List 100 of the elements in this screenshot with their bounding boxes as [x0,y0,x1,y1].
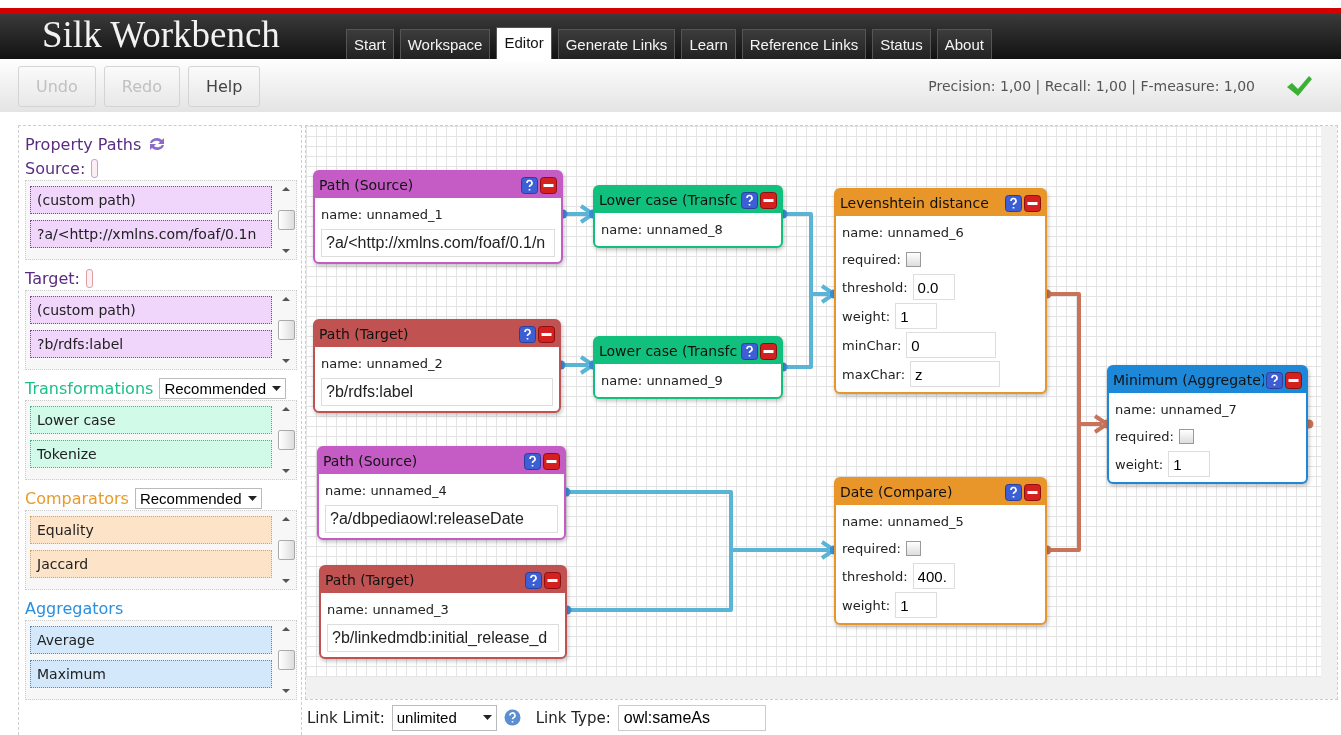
input-field[interactable]: 0.0 [912,274,955,300]
horizontal-scrollbar[interactable] [306,677,1337,699]
input-field[interactable]: 1 [1168,451,1211,477]
nav-tab[interactable]: Status [872,28,931,59]
input-field[interactable]: 1 [895,303,938,329]
help-icon[interactable] [1266,371,1283,389]
scroll-up-icon[interactable] [282,517,290,521]
operator-node[interactable]: Lower case (Transfc name: unnamed_9 [593,336,783,399]
palette-item[interactable]: ?a/<http://xmlns.com/foaf/0.1n [30,220,272,248]
scroll-thumb[interactable] [277,210,295,230]
toolbar-button[interactable]: Help [188,65,261,107]
nav-tab[interactable]: Reference Links [741,28,867,59]
field-label: weight: [842,308,891,324]
operator-node[interactable]: Levenshtein distance name: unnamed_6 required: threshold: 0.0 weight: 1 minChar: 0 maxChar: z [834,188,1047,394]
nav-tab[interactable]: Workspace [399,28,491,59]
help-icon[interactable] [741,342,758,360]
palette-item[interactable]: Lower case [30,406,272,434]
remove-icon[interactable] [1285,371,1302,389]
scroll-up-icon[interactable] [282,297,290,301]
scroll-thumb[interactable] [277,430,295,450]
filter-select[interactable]: Recommended [159,377,287,399]
scroll-down-icon[interactable] [282,249,290,253]
checkbox[interactable] [905,540,921,556]
remove-icon[interactable] [1024,483,1041,501]
scroll-down-icon[interactable] [282,689,290,693]
link-limit-select[interactable]: unlimited [391,704,497,731]
node-name: name: unnamed_2 [321,355,443,371]
operator-node[interactable]: Lower case (Transfc name: unnamed_8 [593,185,783,248]
input-field[interactable]: z [910,361,1001,387]
scroll-up-icon[interactable] [282,407,290,411]
remove-icon[interactable] [1024,194,1041,212]
path-field[interactable]: ?a/dbpediaowl:releaseDate [325,505,558,533]
help-icon[interactable] [519,325,536,343]
path-field[interactable]: ?b/rdfs:label [321,378,553,406]
remove-icon[interactable] [543,452,560,470]
field-label: weight: [1115,456,1164,472]
palette-item[interactable]: Tokenize [30,440,272,468]
field-label: required: [1115,428,1174,444]
remove-icon[interactable] [760,191,777,209]
palette-item[interactable]: (custom path) [30,296,272,324]
section-title: Transformations [25,378,154,398]
palette-item[interactable]: Jaccard [30,550,272,578]
remove-icon[interactable] [538,325,555,343]
palette-item[interactable]: ?b/rdfs:label [30,330,272,358]
palette-item[interactable]: Equality [30,516,272,544]
remove-icon[interactable] [540,176,557,194]
field-label: Link Limit: [307,708,385,727]
node-name: name: unnamed_3 [327,601,449,617]
node-title: Path (Source) [323,453,419,469]
help-icon[interactable] [1005,483,1022,501]
scroll-up-icon[interactable] [282,627,290,631]
scroll-thumb[interactable] [277,650,295,670]
field-label: weight: [842,597,891,613]
palette-item[interactable]: (custom path) [30,186,272,214]
operator-node[interactable]: Path (Source) name: unnamed_4 ?a/dbpediaowl:releaseDate [317,446,566,540]
operator-node[interactable]: Path (Target) name: unnamed_3 ?b/linkedmdb:initial_release_d [319,565,567,659]
path-field[interactable]: ?b/linkedmdb:initial_release_d [327,624,559,652]
caret-icon [247,495,257,501]
palette-item[interactable]: Maximum [30,660,272,688]
scroll-down-icon[interactable] [282,579,290,583]
node-name: name: unnamed_6 [842,224,964,240]
input-field[interactable]: 0 [906,332,997,358]
field-label: minChar: [842,337,902,353]
filter-select[interactable]: Recommended [134,487,262,509]
nav-tab[interactable]: Editor [496,26,552,59]
remove-icon[interactable] [760,342,777,360]
scroll-thumb[interactable] [277,540,295,560]
operator-node[interactable]: Date (Compare) name: unnamed_5 required: threshold: 400. weight: 1 [834,477,1047,625]
section-title: Aggregators [25,598,124,618]
node-name: name: unnamed_4 [325,482,447,498]
checkbox[interactable] [1178,428,1194,444]
scroll-down-icon[interactable] [282,469,290,473]
editor-canvas[interactable] [305,125,1338,700]
group-label: Target: [25,268,80,288]
scroll-down-icon[interactable] [282,359,290,363]
group-label: Source: [25,158,86,178]
operator-node[interactable]: Path (Source) name: unnamed_1 ?a/<http://xmlns.com/foaf/0.1/n [313,170,563,264]
nav-tab[interactable]: Start [346,28,394,59]
input-field[interactable]: 400. [912,563,955,589]
checkbox[interactable] [905,251,921,267]
nav-tab[interactable]: Generate Links [557,28,676,59]
help-icon[interactable] [521,176,538,194]
palette-item[interactable]: Average [30,626,272,654]
nav-tab[interactable]: Learn [681,28,736,59]
help-icon[interactable] [741,191,758,209]
link-type-field[interactable]: owl:sameAs [617,704,766,731]
scroll-thumb[interactable] [277,320,295,340]
help-icon[interactable] [524,452,541,470]
operator-node[interactable]: Path (Target) name: unnamed_2 ?b/rdfs:label [313,319,561,413]
vertical-scrollbar[interactable] [1321,126,1337,677]
help-icon[interactable] [525,571,542,589]
help-icon[interactable] [1005,194,1022,212]
app-title: Silk Workbench [41,12,281,56]
remove-icon[interactable] [544,571,561,589]
scroll-up-icon[interactable] [282,187,290,191]
nav-tab[interactable]: About [936,28,992,59]
node-title: Path (Target) [319,326,410,342]
path-field[interactable]: ?a/<http://xmlns.com/foaf/0.1/n [321,229,555,257]
field-label: required: [842,540,901,556]
input-field[interactable]: 1 [895,592,938,618]
